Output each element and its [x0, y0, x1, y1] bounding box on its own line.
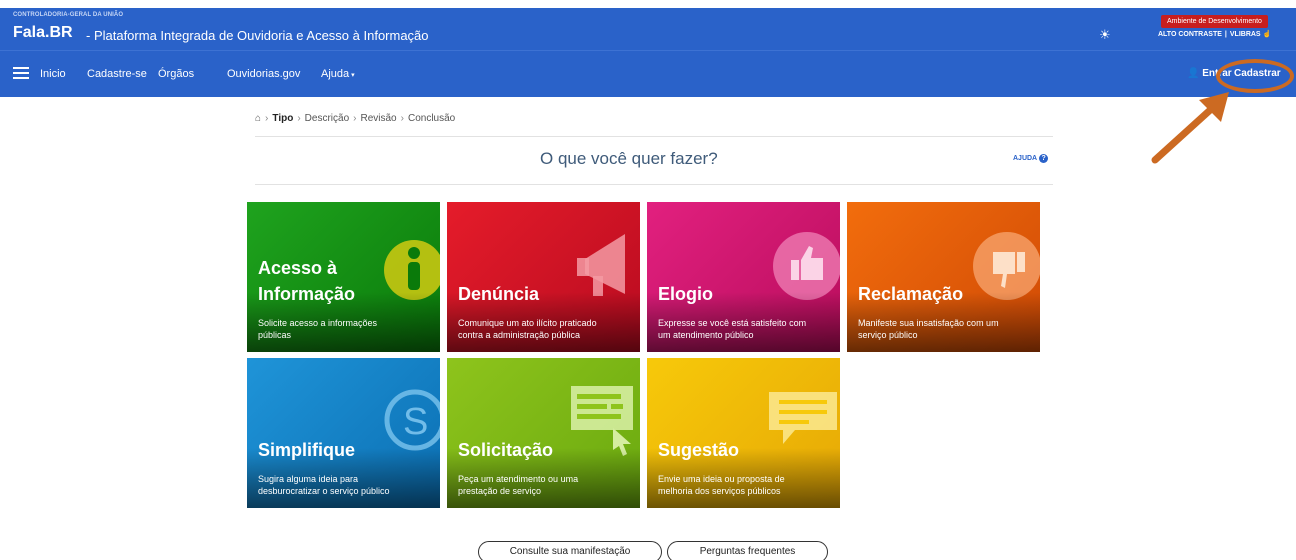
- tile-title: Sugestão: [658, 440, 740, 460]
- nav-cadastre-se[interactable]: Cadastre-se: [87, 68, 147, 80]
- tile-acesso-informacao[interactable]: Acesso à Informação Solicite acesso a in…: [247, 202, 440, 352]
- tile-title: Denúncia: [458, 284, 540, 304]
- tile-desc: melhoria dos serviços públicos: [658, 486, 781, 496]
- tile-denuncia[interactable]: Denúncia Comunique um ato ilícito pratic…: [447, 202, 640, 352]
- tile-title: Informação: [258, 284, 356, 304]
- tile-desc: Manifeste sua insatisfação com um: [858, 318, 999, 328]
- tile-desc: um atendimento público: [658, 330, 754, 340]
- tile-elogio[interactable]: Elogio Expresse se você está satisfeito …: [647, 202, 840, 352]
- tile-reclamacao[interactable]: Reclamação Manifeste sua insatisfação co…: [847, 202, 1040, 352]
- help-label: AJUDA: [1013, 155, 1038, 162]
- separator: ›: [297, 113, 301, 124]
- separator: ›: [400, 113, 404, 124]
- question-icon: ?: [1039, 154, 1049, 163]
- breadcrumb-revisao: Revisão: [360, 113, 397, 124]
- breadcrumb-descricao: Descrição: [304, 113, 350, 124]
- user-icon: 👤: [1187, 68, 1200, 79]
- tile-desc: Peça um atendimento ou uma: [458, 474, 579, 484]
- tile-desc: Envie uma ideia ou proposta de: [658, 474, 785, 484]
- tile-title: Elogio: [658, 284, 713, 304]
- separator: ›: [265, 113, 269, 124]
- nav-ouvidorias[interactable]: Ouvidorias.gov: [227, 68, 300, 80]
- tile-solicitacao[interactable]: Solicitação Peça um atendimento ou uma p…: [447, 358, 640, 508]
- separator: |: [1224, 31, 1227, 38]
- nav-inicio[interactable]: Inicio: [40, 68, 66, 80]
- help-link[interactable]: AJUDA?: [1013, 154, 1049, 163]
- menu-icon[interactable]: [13, 67, 29, 79]
- divider: [255, 184, 1053, 185]
- breadcrumb-conclusao: Conclusão: [407, 113, 456, 124]
- env-badge: Ambiente de Desenvolvimento: [1161, 15, 1268, 28]
- nav-ajuda[interactable]: Ajuda ▾: [321, 68, 355, 80]
- vlibras-icon: ☝: [1262, 31, 1272, 38]
- vlibras-link[interactable]: VLIBRAS: [1230, 31, 1261, 38]
- tile-simplifique[interactable]: S Simplifique Sugira alguma ideia para d…: [247, 358, 440, 508]
- breadcrumb: ⌂ › Tipo › Descrição › Revisão › Conclusão: [255, 113, 459, 124]
- separator: ›: [353, 113, 357, 124]
- site-subtitle: - Plataforma Integrada de Ouvidoria e Ac…: [86, 28, 429, 43]
- header-top: CONTROLADORIA-GERAL DA UNIÃO Fala.BR - P…: [0, 8, 1296, 50]
- speech-bubble-icon: [769, 392, 837, 444]
- page-title: O que você quer fazer?: [540, 149, 718, 168]
- tile-desc: Sugira alguma ideia para: [258, 474, 359, 484]
- tile-desc: Comunique um ato ilícito praticado: [458, 318, 597, 328]
- tile-desc: Solicite acesso a informações: [258, 318, 378, 328]
- nav-bar: Inicio Cadastre-se Órgãos Ouvidorias.gov…: [0, 50, 1296, 97]
- accessibility-links: ALTO CONTRASTE | VLIBRAS ☝: [1158, 30, 1271, 38]
- tile-title: Acesso à: [258, 258, 338, 278]
- nav-orgaos[interactable]: Órgãos: [158, 68, 194, 80]
- tile-title: Reclamação: [858, 284, 964, 304]
- tile-desc: prestação de serviço: [458, 486, 542, 496]
- brand-logo[interactable]: Fala.BR: [13, 24, 73, 42]
- caret-down-icon: ▾: [349, 72, 355, 79]
- high-contrast-link[interactable]: ALTO CONTRASTE: [1158, 31, 1222, 38]
- nav-ajuda-label: Ajuda: [321, 68, 350, 80]
- faq-button[interactable]: Perguntas frequentes: [667, 541, 828, 560]
- tile-desc: contra a administração pública: [458, 330, 581, 340]
- breadcrumb-tipo: Tipo: [272, 113, 294, 124]
- tile-title: Simplifique: [258, 440, 356, 460]
- tile-title: Solicitação: [458, 440, 554, 460]
- sun-icon[interactable]: ☀: [1099, 27, 1111, 43]
- tile-desc: Expresse se você está satisfeito com: [658, 318, 807, 328]
- page: CONTROLADORIA-GERAL DA UNIÃO Fala.BR - P…: [0, 0, 1296, 560]
- consult-button[interactable]: Consulte sua manifestação: [478, 541, 662, 560]
- svg-text:S: S: [403, 401, 428, 443]
- tile-desc: serviço público: [858, 330, 918, 340]
- tile-sugestao[interactable]: Sugestão Envie uma ideia ou proposta de …: [647, 358, 840, 508]
- simplify-icon: S: [384, 389, 440, 451]
- home-icon[interactable]: ⌂: [255, 113, 261, 124]
- tile-desc: desburocratizar o serviço público: [258, 486, 390, 496]
- tile-desc: públicas: [258, 330, 292, 340]
- agency-label: CONTROLADORIA-GERAL DA UNIÃO: [13, 12, 124, 18]
- annotation-arrow: [1151, 92, 1229, 164]
- divider: [255, 136, 1053, 137]
